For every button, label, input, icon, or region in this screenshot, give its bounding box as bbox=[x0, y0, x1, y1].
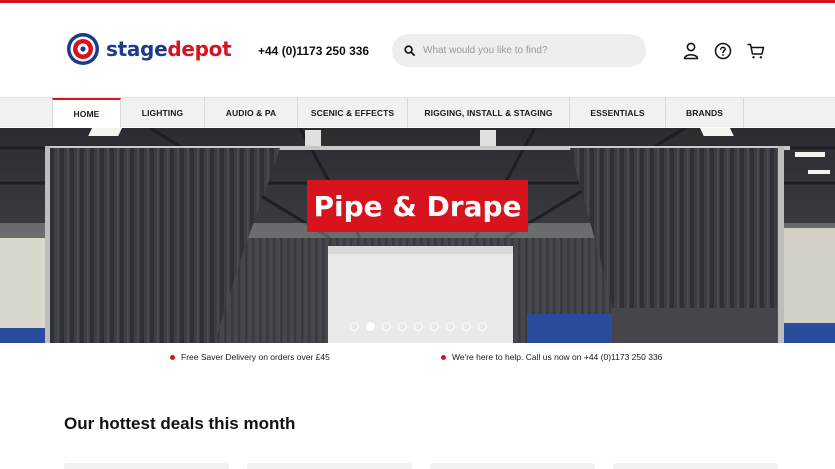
nav-item-label: HOME bbox=[73, 109, 100, 119]
nav-item-scenic-effects[interactable]: SCENIC & EFFECTS bbox=[298, 98, 408, 128]
search-input[interactable] bbox=[423, 45, 623, 56]
hero-image-pipe-and-drape bbox=[0, 128, 835, 343]
account-button[interactable] bbox=[681, 41, 701, 61]
nav-item-label: SCENIC & EFFECTS bbox=[310, 108, 395, 118]
usp-help: We're here to help. Call us now on +44 (… bbox=[441, 352, 662, 362]
nav-item-label: RIGGING, INSTALL & STAGING bbox=[424, 108, 553, 118]
user-icon bbox=[683, 42, 699, 60]
cart-button[interactable] bbox=[746, 41, 766, 61]
bullet-dot-icon bbox=[441, 354, 446, 360]
carousel-dot[interactable] bbox=[462, 322, 471, 331]
logo-wordmark-stage: stage bbox=[106, 37, 168, 61]
cart-icon bbox=[747, 43, 765, 59]
nav-item-audio-pa[interactable]: AUDIO & PA bbox=[205, 98, 298, 128]
nav-item-home[interactable]: HOME bbox=[52, 98, 121, 128]
phone-number[interactable]: +44 (0)1173 250 336 bbox=[258, 44, 369, 58]
deal-card[interactable] bbox=[430, 463, 595, 469]
nav-list: HOME LIGHTING AUDIO & PA SCENIC & EFFECT… bbox=[52, 98, 744, 128]
help-button[interactable] bbox=[713, 41, 733, 61]
search-icon bbox=[404, 45, 415, 56]
carousel-dot[interactable] bbox=[430, 322, 439, 331]
bullet-dot-icon bbox=[170, 354, 175, 360]
hero-banner[interactable] bbox=[0, 128, 835, 343]
carousel-dot[interactable] bbox=[446, 322, 455, 331]
logo-wordmark-depot: depot bbox=[167, 37, 232, 61]
nav-item-label: AUDIO & PA bbox=[225, 108, 277, 118]
site-header: stagedepot +44 (0)1173 250 336 bbox=[0, 3, 835, 98]
usp-delivery: Free Saver Delivery on orders over £45 bbox=[170, 352, 330, 362]
deal-card[interactable] bbox=[613, 463, 778, 469]
hero-title[interactable]: Pipe & Drape bbox=[307, 180, 528, 232]
search-bar[interactable] bbox=[392, 34, 646, 67]
deal-card[interactable] bbox=[64, 463, 229, 469]
deals-heading: Our hottest deals this month bbox=[64, 414, 296, 433]
carousel-dots bbox=[350, 322, 487, 331]
nav-item-label: LIGHTING bbox=[141, 108, 184, 118]
logo-target-icon bbox=[67, 33, 99, 65]
nav-item-lighting[interactable]: LIGHTING bbox=[121, 98, 205, 128]
usp-help-text: We're here to help. Call us now on +44 (… bbox=[452, 352, 663, 362]
help-icon bbox=[714, 42, 732, 60]
nav-item-label: ESSENTIALS bbox=[590, 108, 645, 118]
nav-item-rigging-install-staging[interactable]: RIGGING, INSTALL & STAGING bbox=[408, 98, 570, 128]
carousel-dot-active[interactable] bbox=[366, 322, 375, 331]
carousel-dot[interactable] bbox=[350, 322, 359, 331]
main-navigation: HOME LIGHTING AUDIO & PA SCENIC & EFFECT… bbox=[0, 97, 835, 128]
nav-item-label: BRANDS bbox=[686, 108, 723, 118]
carousel-dot[interactable] bbox=[398, 322, 407, 331]
logo-wordmark: stagedepot bbox=[106, 37, 232, 61]
nav-item-brands[interactable]: BRANDS bbox=[666, 98, 744, 128]
carousel-dot[interactable] bbox=[478, 322, 487, 331]
logo[interactable]: stagedepot bbox=[66, 31, 232, 67]
nav-item-essentials[interactable]: ESSENTIALS bbox=[570, 98, 666, 128]
deals-card-row bbox=[64, 463, 778, 469]
usp-delivery-text: Free Saver Delivery on orders over £45 bbox=[181, 352, 330, 362]
deal-card[interactable] bbox=[247, 463, 412, 469]
carousel-dot[interactable] bbox=[382, 322, 391, 331]
carousel-dot[interactable] bbox=[414, 322, 423, 331]
